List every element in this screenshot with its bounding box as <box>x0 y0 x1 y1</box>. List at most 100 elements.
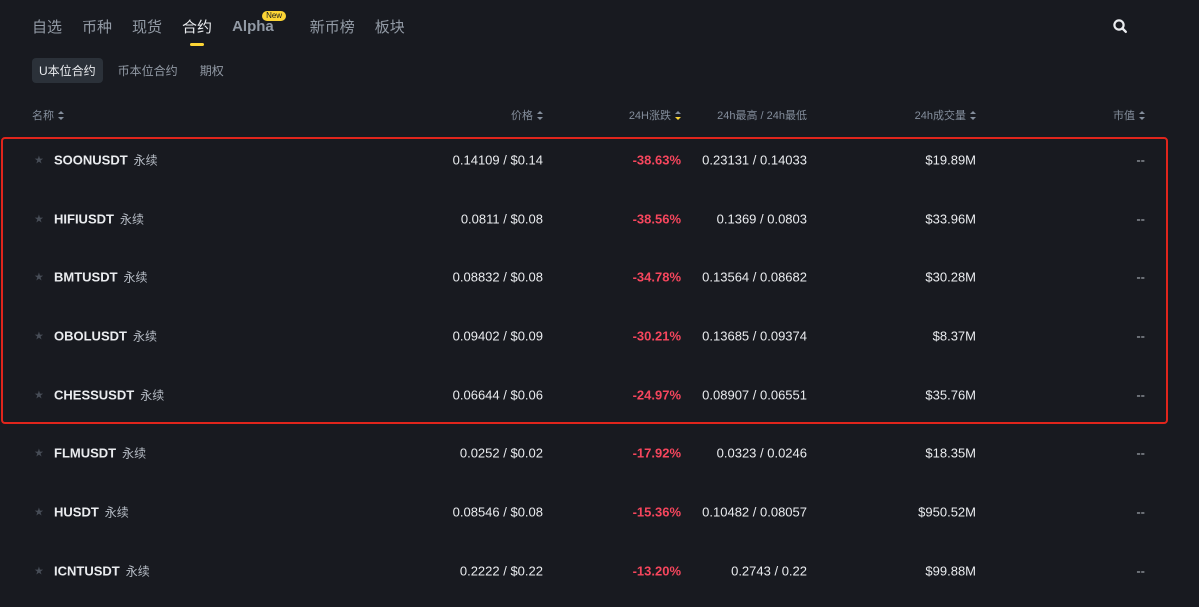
market-cap-cell: -- <box>1136 211 1145 227</box>
volume-cell: $950.52M <box>918 504 976 520</box>
symbol-name: HIFIUSDT <box>54 211 114 227</box>
table-row[interactable]: ★ HUSDT 永续 0.08546 / $0.08 -15.36% 0.1048… <box>0 483 1199 541</box>
tab-watchlist[interactable]: 自选 <box>32 16 62 37</box>
column-header-volume[interactable]: 24h成交量 <box>915 107 976 123</box>
symbol-name: ICNTUSDT <box>54 563 120 579</box>
price-cell: 0.0811 / $0.08 <box>460 211 543 227</box>
star-icon[interactable]: ★ <box>34 447 44 460</box>
column-header-high-low: 24h最高 / 24h最低 <box>717 107 807 123</box>
price-cell: 0.2222 / $0.22 <box>459 563 543 579</box>
sub-tabs: U本位合约 币本位合约 期权 <box>32 57 239 83</box>
volume-cell: $19.89M <box>925 152 976 168</box>
tab-sectors[interactable]: 板块 <box>375 16 405 37</box>
column-header-name-label: 名称 <box>32 110 54 122</box>
tab-new-listings[interactable]: 新币榜 <box>310 16 355 37</box>
table-row[interactable]: ★ SOONUSDT 永续 0.14109 / $0.14 -38.63% 0.2… <box>0 131 1199 189</box>
volume-cell: $18.35M <box>925 445 976 461</box>
change-cell: -24.97% <box>632 387 681 403</box>
volume-cell: $35.76M <box>925 387 976 403</box>
star-icon[interactable]: ★ <box>34 389 44 402</box>
column-header-change[interactable]: 24H涨跌 <box>629 107 681 123</box>
volume-cell: $8.37M <box>932 328 976 344</box>
star-icon[interactable]: ★ <box>34 330 44 343</box>
table-row[interactable]: ★ CHESSUSDT 永续 0.06644 / $0.06 -24.97% 0.… <box>0 366 1199 424</box>
high-low-cell: 0.0323 / 0.0246 <box>716 445 807 461</box>
tab-spot[interactable]: 现货 <box>132 16 162 37</box>
price-cell: 0.14109 / $0.14 <box>452 152 543 168</box>
high-low-cell: 0.10482 / 0.08057 <box>702 504 807 520</box>
column-header-price-label: 价格 <box>511 110 533 122</box>
column-header-price[interactable]: 价格 <box>511 107 543 123</box>
sort-active-icon <box>675 110 681 120</box>
market-cap-cell: -- <box>1136 152 1145 168</box>
change-cell: -38.56% <box>632 211 681 227</box>
column-header-volume-label: 24h成交量 <box>914 110 966 122</box>
high-low-cell: 0.13564 / 0.08682 <box>702 269 807 285</box>
change-cell: -34.78% <box>632 269 681 285</box>
price-cell: 0.09402 / $0.09 <box>452 328 543 344</box>
market-cap-cell: -- <box>1136 504 1145 520</box>
column-header-market-cap[interactable]: 市值 <box>1113 107 1145 123</box>
change-cell: -30.21% <box>632 328 681 344</box>
table-row[interactable]: ★ FLMUSDT 永续 0.0252 / $0.02 -17.92% 0.032… <box>0 424 1199 482</box>
market-cap-cell: -- <box>1136 387 1145 403</box>
tab-coins[interactable]: 币种 <box>82 16 112 37</box>
symbol-cell: HIFIUSDT 永续 <box>54 211 144 228</box>
table-row[interactable]: ★ HIFIUSDT 永续 0.0811 / $0.08 -38.56% 0.13… <box>0 190 1199 248</box>
column-header-name[interactable]: 名称 <box>32 107 64 123</box>
star-icon[interactable]: ★ <box>34 506 44 519</box>
symbol-cell: CHESSUSDT 永续 <box>54 387 164 404</box>
tab-alpha[interactable]: Alpha New <box>232 10 287 35</box>
symbol-name: BMTUSDT <box>54 269 118 285</box>
column-header-high-low-label: 24h最高 / 24h最低 <box>717 110 807 122</box>
top-nav: 自选 币种 现货 合约 Alpha New 新币榜 板块 <box>32 10 425 46</box>
market-cap-cell: -- <box>1136 445 1145 461</box>
price-cell: 0.08832 / $0.08 <box>452 269 543 285</box>
symbol-cell: OBOLUSDT 永续 <box>54 328 157 345</box>
market-cap-cell: -- <box>1136 563 1145 579</box>
star-icon[interactable]: ★ <box>34 213 44 226</box>
contract-type: 永续 <box>104 505 129 520</box>
symbol-cell: ICNTUSDT 永续 <box>54 563 150 580</box>
sort-icon <box>1139 110 1145 120</box>
volume-cell: $30.28M <box>925 269 976 285</box>
change-cell: -13.20% <box>632 563 681 579</box>
table-row[interactable]: ★ BMTUSDT 永续 0.08832 / $0.08 -34.78% 0.13… <box>0 248 1199 306</box>
symbol-name: CHESSUSDT <box>54 387 135 403</box>
contract-type: 永续 <box>140 388 165 403</box>
table-row[interactable]: ★ ICNTUSDT 永续 0.2222 / $0.22 -13.20% 0.27… <box>0 542 1199 600</box>
subtab-options[interactable]: 期权 <box>193 58 231 83</box>
contract-type: 永续 <box>122 446 147 461</box>
high-low-cell: 0.08907 / 0.06551 <box>702 387 807 403</box>
change-cell: -38.63% <box>632 152 681 168</box>
star-icon[interactable]: ★ <box>34 565 44 578</box>
high-low-cell: 0.13685 / 0.09374 <box>702 328 807 344</box>
change-cell: -17.92% <box>632 445 681 461</box>
high-low-cell: 0.2743 / 0.22 <box>731 563 807 579</box>
market-cap-cell: -- <box>1136 269 1145 285</box>
table-row[interactable]: ★ OBOLUSDT 永续 0.09402 / $0.09 -30.21% 0.1… <box>0 307 1199 365</box>
subtab-usdm-futures[interactable]: U本位合约 <box>32 57 103 83</box>
new-badge: New <box>262 10 287 21</box>
star-icon[interactable]: ★ <box>34 154 44 167</box>
column-header-change-label: 24H涨跌 <box>628 110 671 122</box>
price-cell: 0.08546 / $0.08 <box>452 504 543 520</box>
symbol-cell: HUSDT 永续 <box>54 504 129 521</box>
high-low-cell: 0.1369 / 0.0803 <box>716 211 807 227</box>
contract-type: 永续 <box>119 212 144 227</box>
sort-icon <box>58 110 64 120</box>
price-cell: 0.0252 / $0.02 <box>459 445 543 461</box>
star-icon[interactable]: ★ <box>34 271 44 284</box>
price-cell: 0.06644 / $0.06 <box>452 387 543 403</box>
symbol-name: SOONUSDT <box>54 152 128 168</box>
volume-cell: $99.88M <box>925 563 976 579</box>
market-cap-cell: -- <box>1136 328 1145 344</box>
symbol-name: HUSDT <box>54 504 99 520</box>
subtab-coinm-futures[interactable]: 币本位合约 <box>111 58 185 83</box>
column-header-market-cap-label: 市值 <box>1113 110 1135 122</box>
tab-futures[interactable]: 合约 <box>182 16 212 46</box>
search-icon[interactable] <box>1112 18 1128 34</box>
symbol-name: FLMUSDT <box>54 445 117 461</box>
symbol-cell: BMTUSDT 永续 <box>54 269 148 286</box>
sort-icon <box>970 110 976 120</box>
